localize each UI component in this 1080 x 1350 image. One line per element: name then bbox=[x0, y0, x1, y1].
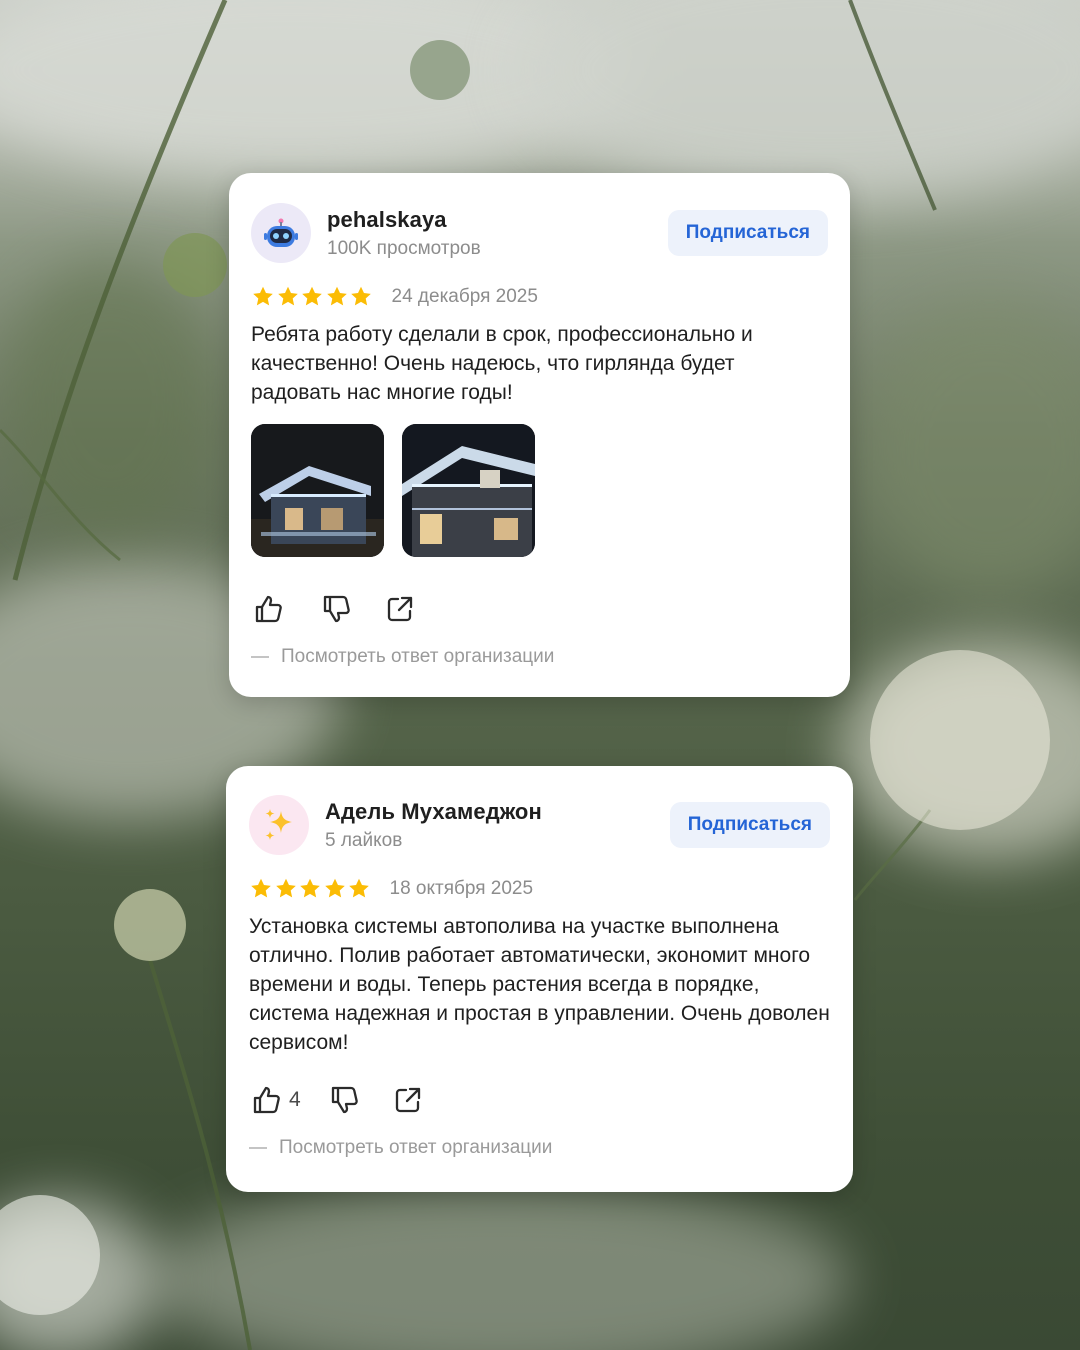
org-reply-label: Посмотреть ответ организации bbox=[281, 646, 555, 667]
star-icon bbox=[277, 286, 298, 306]
thumbs-down-icon bbox=[323, 595, 350, 623]
star-rating bbox=[251, 285, 374, 308]
share-icon bbox=[395, 1087, 420, 1113]
subscribe-button[interactable]: Подписаться bbox=[667, 210, 828, 256]
like-button[interactable]: 4 bbox=[249, 1083, 301, 1117]
share-button[interactable] bbox=[383, 592, 417, 626]
thumbs-up-icon bbox=[255, 595, 282, 623]
star-icon bbox=[324, 878, 345, 898]
reply-dash bbox=[251, 656, 269, 658]
star-icon bbox=[302, 286, 322, 306]
author-name[interactable]: Адель Мухамеджон bbox=[325, 799, 542, 825]
house-with-garland-photo-1[interactable] bbox=[251, 424, 384, 557]
share-button[interactable] bbox=[391, 1083, 425, 1117]
review-date: 18 октября 2025 bbox=[389, 877, 534, 899]
view-organization-reply-link[interactable]: Посмотреть ответ организации bbox=[251, 646, 554, 668]
thumbs-up-icon bbox=[253, 1086, 280, 1114]
review-text: Ребята работу сделали в срок, профессион… bbox=[251, 323, 753, 404]
author-stats: 100K просмотров bbox=[327, 238, 481, 259]
review-text: Установка системы автополива на участке … bbox=[249, 915, 830, 1054]
star-icon bbox=[253, 286, 273, 306]
org-reply-label: Посмотреть ответ организации bbox=[279, 1137, 553, 1158]
star-icon bbox=[251, 878, 271, 898]
star-icon bbox=[275, 878, 296, 898]
author-name[interactable]: pehalskaya bbox=[327, 207, 481, 233]
star-icon bbox=[326, 286, 347, 306]
user-avatar[interactable] bbox=[249, 795, 309, 855]
review-actions bbox=[251, 592, 417, 626]
dislike-button[interactable] bbox=[327, 1083, 361, 1117]
review-photos bbox=[251, 424, 535, 557]
star-icon bbox=[349, 878, 369, 898]
star-rating bbox=[249, 877, 372, 900]
view-organization-reply-link[interactable]: Посмотреть ответ организации bbox=[249, 1137, 552, 1159]
review-card: pehalskaya 100K просмотров Подписаться 2… bbox=[229, 173, 850, 697]
thumbs-down-icon bbox=[331, 1086, 358, 1114]
rating-row: 18 октября 2025 bbox=[249, 877, 533, 900]
house-with-garland-photo-2[interactable] bbox=[402, 424, 535, 557]
star-icon bbox=[300, 878, 320, 898]
review-actions: 4 bbox=[249, 1083, 425, 1117]
robot-face-icon bbox=[264, 218, 298, 247]
reply-dash bbox=[249, 1147, 267, 1149]
like-button[interactable] bbox=[251, 592, 291, 626]
user-avatar[interactable] bbox=[251, 203, 311, 263]
review-date: 24 декабря 2025 bbox=[391, 285, 538, 307]
share-icon bbox=[387, 596, 413, 622]
rating-row: 24 декабря 2025 bbox=[251, 285, 538, 308]
sparkles-icon bbox=[265, 809, 292, 840]
subscribe-button[interactable]: Подписаться bbox=[669, 802, 830, 848]
author-stats: 5 лайков bbox=[325, 830, 403, 851]
review-card: Адель Мухамеджон 5 лайков Подписаться 18… bbox=[226, 766, 853, 1192]
like-count: 4 bbox=[289, 1088, 301, 1111]
star-icon bbox=[351, 286, 371, 306]
dislike-button[interactable] bbox=[319, 592, 353, 626]
